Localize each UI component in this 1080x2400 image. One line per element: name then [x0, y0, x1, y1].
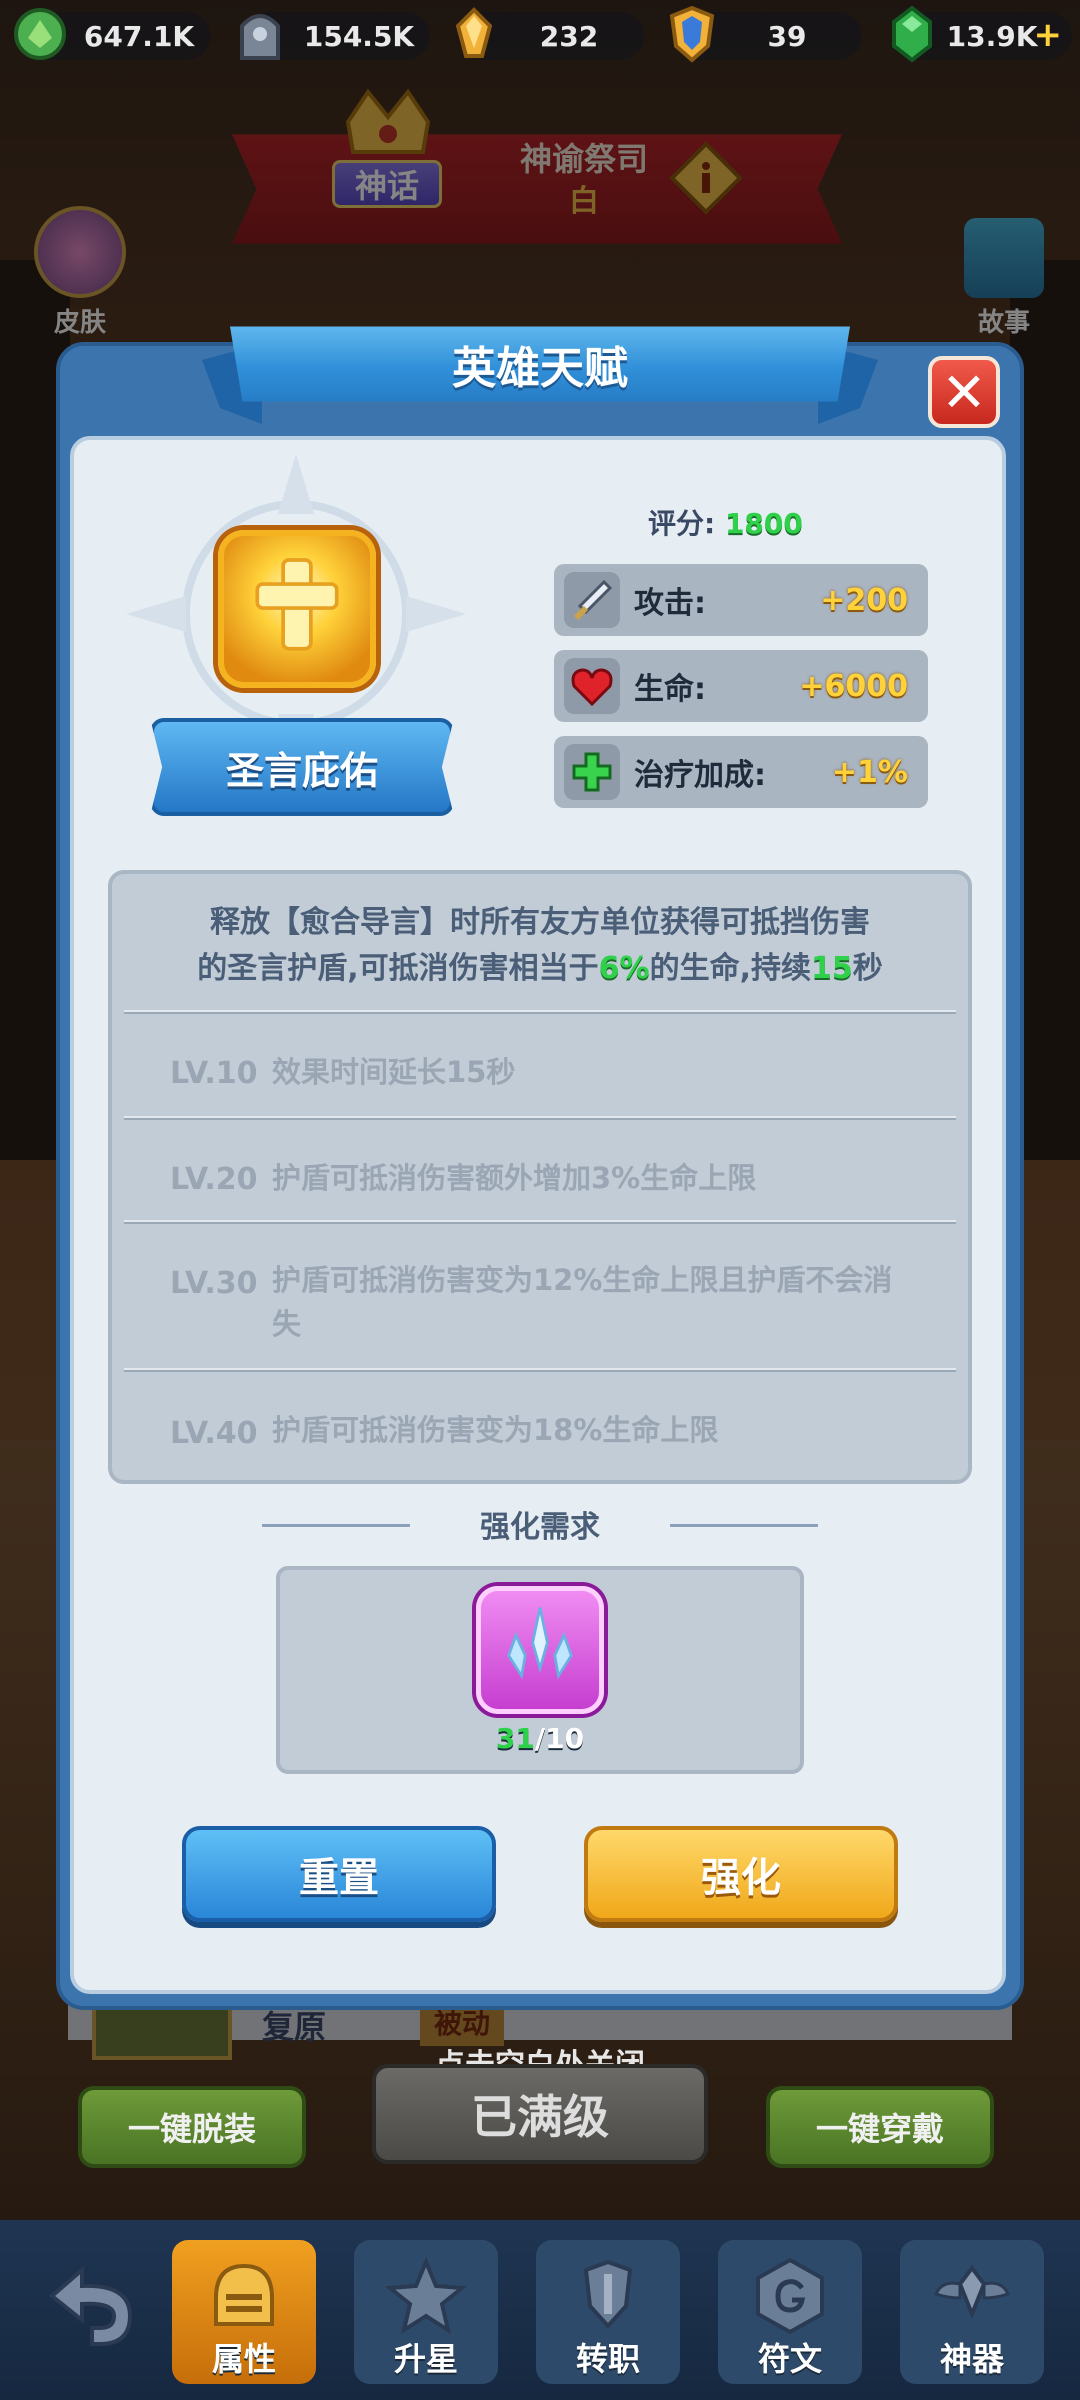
level-label: LV.20: [170, 1162, 258, 1197]
crystal-required: /10: [534, 1722, 585, 1755]
tombstone-icon: [228, 2, 292, 66]
nav-label: 符文: [757, 2340, 822, 2378]
score-value: 1800: [724, 507, 803, 540]
stat-row-attack: 攻击: +200: [554, 564, 928, 636]
stat-value: +200: [820, 582, 908, 618]
gold-crystal-icon: [442, 2, 506, 66]
add-currency-icon[interactable]: +: [1034, 18, 1063, 52]
resource-value: 154.5K: [303, 19, 415, 53]
knight-helmet-icon: [214, 2263, 274, 2326]
requirement-title: 强化需求: [480, 1510, 600, 1545]
nav-tab-class-change[interactable]: 转职: [536, 2240, 680, 2384]
upgrade-button[interactable]: 强化: [584, 1826, 898, 1922]
description-line-2: 的圣言护盾,可抵消伤害相当于6%的生命,持续15秒: [197, 951, 883, 986]
crystal-owned: 31: [495, 1722, 535, 1755]
resource-value: 13.9K: [946, 19, 1038, 53]
stat-label: 攻击:: [634, 586, 706, 621]
stat-row-health: 生命: +6000: [554, 650, 928, 722]
talent-description: 释放【愈合导言】时所有友方单位获得可抵挡伤害 的圣言护盾,可抵消伤害相当于6%的…: [130, 900, 950, 992]
talent-holy-cross-icon: [218, 530, 376, 688]
talent-score: 评分: 1800: [648, 502, 803, 542]
equip-all-button[interactable]: 一键穿戴: [766, 2086, 994, 2168]
max-level-button[interactable]: 已满级: [372, 2064, 708, 2164]
level-bonus-text: 护盾可抵消伤害变为12%生命上限且护盾不会消失: [272, 1263, 893, 1341]
divider: [124, 1010, 956, 1014]
green-cross-icon: [564, 744, 620, 800]
currency-bar: 647.1K 154.5K 232 39 13.9K +: [0, 0, 1080, 72]
heart-icon: [564, 658, 620, 714]
crystal-count: 31/10: [476, 1722, 604, 1755]
nav-tab-runes[interactable]: 符文: [718, 2240, 862, 2384]
nav-tab-attributes[interactable]: 属性: [172, 2240, 316, 2384]
shield-percent: 6%: [598, 951, 650, 986]
stat-row-healing: 治疗加成: +1%: [554, 736, 928, 808]
sword-icon: [564, 572, 620, 628]
divider: [124, 1220, 956, 1224]
level-bonus-text: 效果时间延长15秒: [272, 1055, 516, 1089]
divider: [124, 1368, 956, 1372]
talent-name-plate: 圣言庇佑: [150, 718, 454, 816]
talent-name: 圣言庇佑: [225, 748, 378, 793]
stat-value: +1%: [831, 754, 908, 790]
sword-shield-icon: [583, 2259, 633, 2329]
level-label: LV.10: [170, 1056, 258, 1091]
nav-label: 神器: [939, 2340, 1004, 2378]
unequip-all-button[interactable]: 一键脱装: [78, 2086, 306, 2168]
resource-value: 39: [767, 19, 807, 53]
nav-label: 升星: [393, 2340, 458, 2378]
requirement-arrow-right: [670, 1524, 818, 1527]
description-line-1: 释放【愈合导言】时所有友方单位获得可抵挡伤害: [210, 905, 870, 940]
back-arrow-icon[interactable]: [30, 2236, 160, 2366]
close-button[interactable]: ✕: [928, 356, 1000, 428]
rune-stone-icon: [756, 2257, 824, 2335]
crystal-shard-icon: [507, 1607, 573, 1680]
winged-emblem-icon: [933, 2264, 1011, 2320]
blue-shield-icon: [660, 2, 724, 66]
nav-tab-artifacts[interactable]: 神器: [900, 2240, 1044, 2384]
modal-header-banner: 英雄天赋: [202, 312, 878, 424]
level-label: LV.40: [170, 1416, 258, 1451]
score-label: 评分:: [648, 507, 716, 540]
stat-label: 治疗加成:: [634, 758, 766, 793]
stat-label: 生命:: [634, 672, 706, 707]
modal-title: 英雄天赋: [452, 343, 628, 394]
nav-label: 属性: [211, 2340, 276, 2378]
resource-value: 232: [539, 19, 599, 53]
reset-button[interactable]: 重置: [182, 1826, 496, 1922]
close-icon: ✕: [941, 360, 987, 424]
nav-label: 转职: [575, 2340, 640, 2378]
emerald-gem-icon: [880, 2, 944, 66]
level-bonus-text: 护盾可抵消伤害变为18%生命上限: [272, 1413, 719, 1447]
requirement-arrow-left: [262, 1524, 410, 1527]
purple-crystal-item[interactable]: [476, 1586, 604, 1714]
level-bonus-text: 护盾可抵消伤害额外增加3%生命上限: [272, 1161, 757, 1195]
resource-value: 647.1K: [83, 19, 195, 53]
star-icon: [384, 2256, 468, 2335]
stat-value: +6000: [799, 668, 908, 704]
duration-seconds: 15: [811, 951, 853, 986]
nav-tab-star-up[interactable]: 升星: [354, 2240, 498, 2384]
green-leaf-gem-icon: [8, 2, 72, 66]
divider: [124, 1116, 956, 1120]
level-label: LV.30: [170, 1266, 258, 1301]
